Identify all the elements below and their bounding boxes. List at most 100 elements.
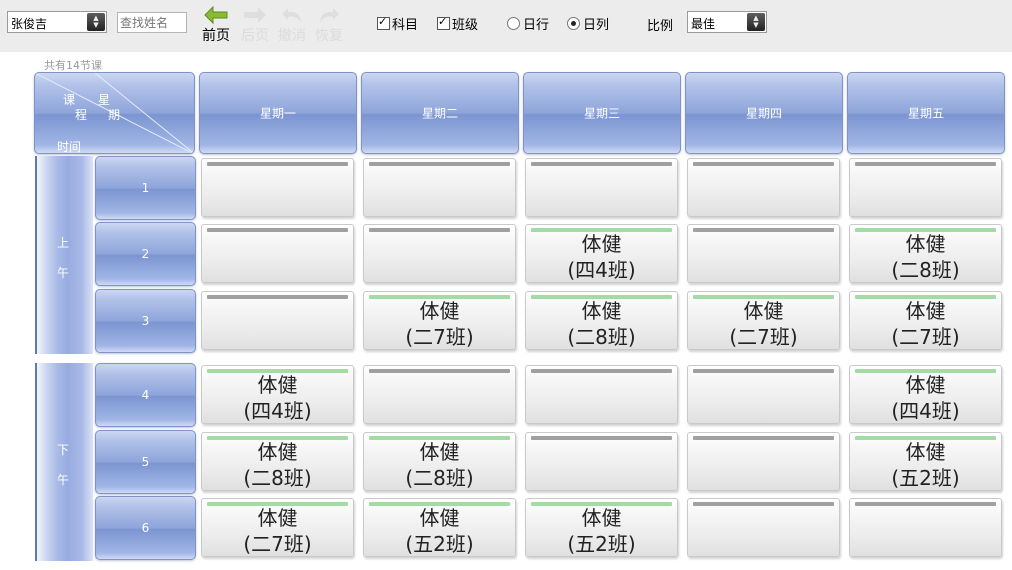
slot-top-bar bbox=[693, 369, 834, 373]
undo-button[interactable]: 撤消 bbox=[272, 5, 312, 45]
empty-slot[interactable] bbox=[201, 158, 354, 217]
lesson-subject: 体健 bbox=[581, 232, 622, 256]
subject-checkbox[interactable]: 科目 bbox=[377, 14, 419, 33]
lesson-class: (五2班) bbox=[891, 466, 960, 490]
slot-top-bar bbox=[855, 502, 996, 506]
lesson-slot[interactable]: 体健 (二8班) bbox=[363, 432, 516, 491]
subject-checkbox-label: 科目 bbox=[392, 18, 419, 33]
slot-top-bar bbox=[855, 162, 996, 166]
lesson-slot[interactable]: 体健 (二8班) bbox=[525, 291, 678, 350]
morning-char-2: 午 bbox=[56, 266, 69, 280]
lesson-class: (二8班) bbox=[891, 258, 960, 282]
radio-icon bbox=[507, 17, 520, 30]
slot-top-bar bbox=[693, 436, 834, 440]
lesson-count: 共有14节课 bbox=[44, 59, 102, 72]
class-checkbox[interactable]: 班级 bbox=[437, 14, 479, 33]
period-cell: 4 bbox=[95, 363, 196, 427]
slot-top-bar bbox=[693, 228, 834, 232]
period-number: 2 bbox=[141, 247, 150, 261]
empty-slot[interactable] bbox=[849, 158, 1002, 217]
period-cell: 6 bbox=[95, 496, 196, 560]
day-header: 星期四 bbox=[685, 72, 843, 154]
lesson-slot[interactable]: 体健 (二7班) bbox=[363, 291, 516, 350]
period-cell: 2 bbox=[95, 222, 196, 286]
lesson-subject: 体健 bbox=[905, 373, 946, 397]
radio-selected-icon bbox=[567, 17, 580, 30]
lesson-slot[interactable]: 体健 (二7班) bbox=[687, 291, 840, 350]
layout-row-label: 日行 bbox=[523, 18, 550, 33]
teacher-select[interactable]: 张俊吉 ▲ ▼ bbox=[7, 11, 107, 33]
lesson-subject: 体健 bbox=[257, 373, 298, 397]
slot-top-bar bbox=[369, 228, 510, 232]
layout-column-label: 日列 bbox=[583, 18, 610, 33]
empty-slot[interactable] bbox=[687, 498, 840, 557]
redo-button[interactable]: 恢复 bbox=[309, 5, 349, 45]
undo-label: 撤消 bbox=[278, 28, 306, 44]
empty-slot[interactable] bbox=[201, 224, 354, 283]
empty-slot[interactable] bbox=[687, 365, 840, 424]
prev-page-label: 前页 bbox=[202, 28, 230, 44]
corner-period: 程 bbox=[75, 108, 88, 122]
lesson-class: (二7班) bbox=[243, 532, 312, 556]
next-page-button[interactable]: 后页 bbox=[235, 5, 275, 45]
empty-slot[interactable] bbox=[687, 158, 840, 217]
lesson-slot[interactable]: 体健 (五2班) bbox=[525, 498, 678, 557]
day-header-label: 星期四 bbox=[745, 106, 782, 121]
empty-slot[interactable] bbox=[849, 498, 1002, 557]
lesson-class: (五2班) bbox=[405, 532, 474, 556]
day-header-label: 星期三 bbox=[583, 106, 620, 121]
lesson-slot[interactable]: 体健 (二8班) bbox=[849, 224, 1002, 283]
scale-label: 比例 bbox=[647, 19, 674, 34]
empty-slot[interactable] bbox=[687, 224, 840, 283]
lesson-slot[interactable]: 体健 (二7班) bbox=[201, 498, 354, 557]
day-header-label: 星期五 bbox=[907, 106, 944, 121]
arrow-left-icon bbox=[204, 5, 228, 25]
empty-slot[interactable] bbox=[201, 291, 354, 350]
empty-slot[interactable] bbox=[525, 158, 678, 217]
morning-column: 上 午 bbox=[35, 156, 93, 354]
spinner-icon[interactable]: ▲ ▼ bbox=[87, 13, 105, 31]
lesson-class: (二7班) bbox=[729, 325, 798, 349]
empty-slot[interactable] bbox=[363, 224, 516, 283]
day-header: 星期五 bbox=[847, 72, 1005, 154]
lesson-slot[interactable]: 体健 (四4班) bbox=[849, 365, 1002, 424]
period-number: 4 bbox=[141, 388, 150, 402]
next-page-label: 后页 bbox=[241, 28, 269, 44]
layout-row-radio[interactable]: 日行 bbox=[507, 14, 550, 33]
empty-slot[interactable] bbox=[363, 158, 516, 217]
lesson-slot[interactable]: 体健 (二8班) bbox=[201, 432, 354, 491]
scale-select[interactable]: 最佳 ▲ ▼ bbox=[687, 11, 767, 33]
lesson-slot[interactable]: 体健 (二7班) bbox=[849, 291, 1002, 350]
redo-icon bbox=[320, 8, 339, 22]
search-name-input[interactable] bbox=[117, 12, 187, 33]
lesson-subject: 体健 bbox=[581, 506, 622, 530]
arrow-right-icon bbox=[244, 7, 266, 23]
slot-top-bar bbox=[207, 162, 348, 166]
lesson-class: (五2班) bbox=[567, 532, 636, 556]
corner-header: 课 程 星 期 时间 bbox=[34, 72, 195, 154]
spinner-icon[interactable]: ▲ ▼ bbox=[747, 13, 765, 31]
slot-top-bar bbox=[531, 369, 672, 373]
prev-page-button[interactable]: 前页 bbox=[196, 5, 236, 45]
lesson-class: (四4班) bbox=[567, 258, 636, 282]
lesson-class: (四4班) bbox=[891, 399, 960, 423]
lesson-slot[interactable]: 体健 (五2班) bbox=[849, 432, 1002, 491]
layout-column-radio[interactable]: 日列 bbox=[567, 14, 610, 33]
lesson-slot[interactable]: 体健 (五2班) bbox=[363, 498, 516, 557]
lesson-class: (二8班) bbox=[405, 466, 474, 490]
slot-top-bar bbox=[369, 162, 510, 166]
period-cell: 3 bbox=[95, 289, 196, 353]
checkbox-checked-icon bbox=[377, 15, 390, 30]
lesson-class: (二8班) bbox=[243, 466, 312, 490]
lesson-slot[interactable]: 体健 (四4班) bbox=[525, 224, 678, 283]
empty-slot[interactable] bbox=[363, 365, 516, 424]
teacher-select-value: 张俊吉 bbox=[11, 17, 48, 31]
slot-top-bar bbox=[693, 502, 834, 506]
empty-slot[interactable] bbox=[525, 432, 678, 491]
day-header-label: 星期一 bbox=[259, 106, 296, 121]
empty-slot[interactable] bbox=[687, 432, 840, 491]
lesson-subject: 体健 bbox=[581, 299, 622, 323]
lesson-slot[interactable]: 体健 (四4班) bbox=[201, 365, 354, 424]
class-checkbox-label: 班级 bbox=[452, 18, 479, 33]
empty-slot[interactable] bbox=[525, 365, 678, 424]
